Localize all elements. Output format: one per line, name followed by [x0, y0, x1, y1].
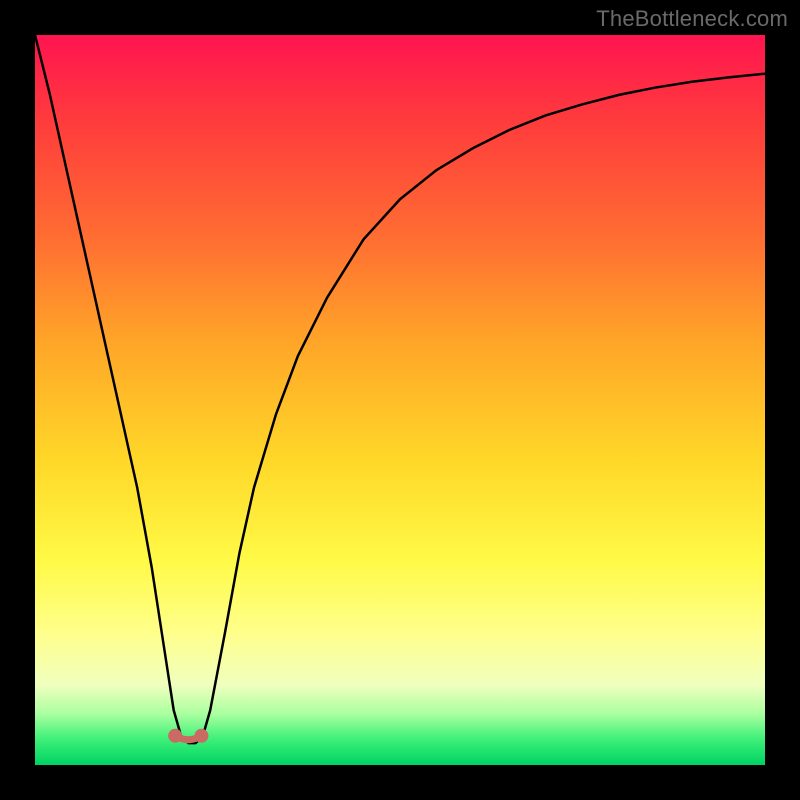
- chart-frame: TheBottleneck.com: [0, 0, 800, 800]
- plot-area: [35, 35, 765, 765]
- valley-left-marker: [168, 729, 182, 743]
- curve-layer: [35, 35, 765, 765]
- bottleneck-curve: [35, 35, 765, 743]
- valley-right-marker: [194, 729, 208, 743]
- attribution-label: TheBottleneck.com: [596, 6, 788, 32]
